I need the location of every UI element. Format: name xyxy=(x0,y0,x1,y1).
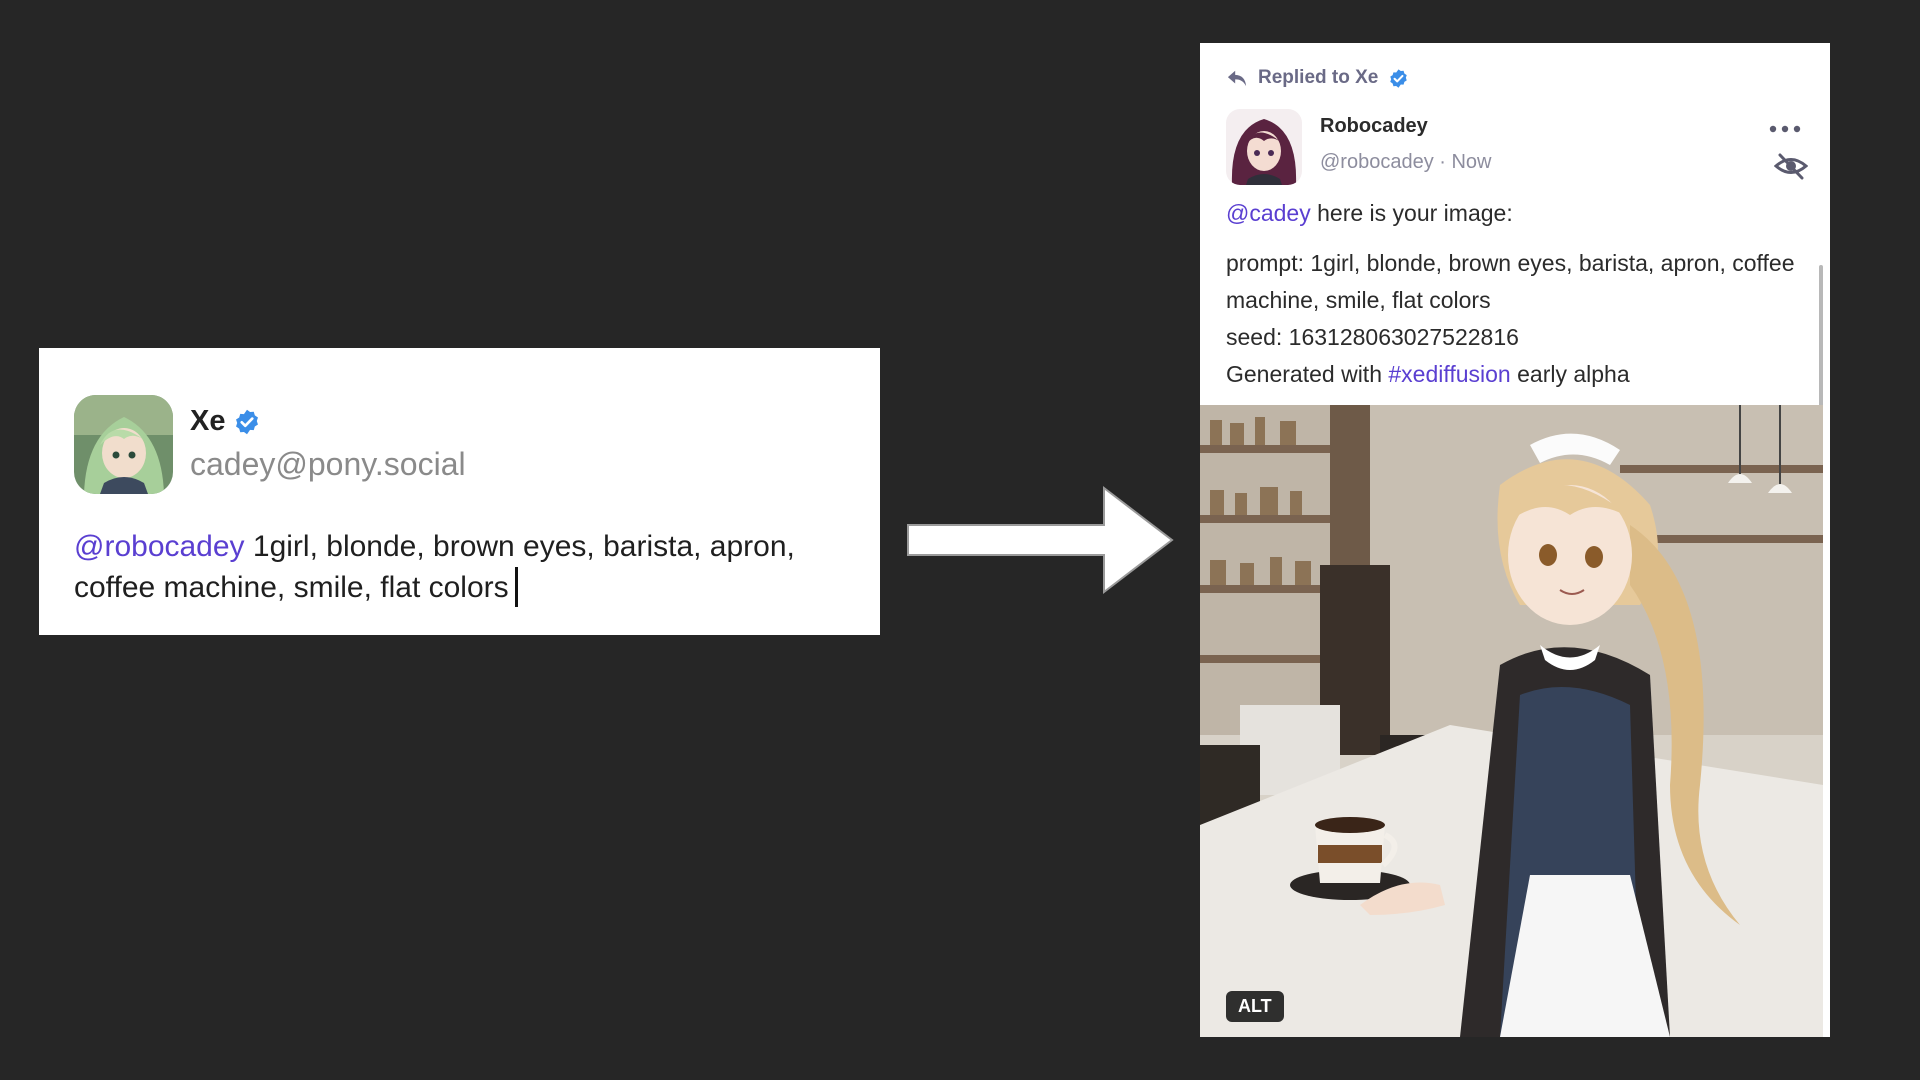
meta-separator: · xyxy=(1433,151,1452,173)
post-attachment-image[interactable] xyxy=(1200,405,1823,1037)
compose-handle: cadey@pony.social xyxy=(190,446,466,482)
more-horizontal-icon[interactable] xyxy=(1768,121,1802,137)
compose-author: Xe xyxy=(190,405,261,438)
post-seed-line: seed: 163128063027522816 xyxy=(1226,324,1519,350)
post-author-name[interactable]: Robocadey xyxy=(1320,115,1428,138)
post-mention[interactable]: @cadey xyxy=(1226,200,1311,226)
reply-arrow-icon xyxy=(1227,70,1247,87)
compose-mention[interactable]: @robocadey xyxy=(74,530,245,563)
post-prompt-line: prompt: 1girl, blonde, brown eyes, baris… xyxy=(1226,250,1795,313)
compose-card[interactable]: Xe cadey@pony.social @robocadey 1girl, b… xyxy=(39,348,880,635)
reply-indicator[interactable]: Replied to Xe xyxy=(1226,67,1409,89)
right-arrow-icon xyxy=(907,485,1174,595)
post-greeting: @cadey here is your image: xyxy=(1226,195,1806,232)
post-author-handle[interactable]: @robocadey xyxy=(1320,151,1434,173)
generated-prefix: Generated with xyxy=(1226,361,1389,387)
generated-suffix: early alpha xyxy=(1510,361,1630,387)
stage: Xe cadey@pony.social @robocadey 1girl, b… xyxy=(0,0,1920,1080)
post-generated-line: Generated with #xediffusion early alpha xyxy=(1226,356,1806,393)
compose-textarea[interactable]: @robocadey 1girl, blonde, brown eyes, ba… xyxy=(74,526,854,608)
reply-label: Replied to Xe xyxy=(1258,67,1379,88)
hashtag-link[interactable]: #xediffusion xyxy=(1388,361,1510,387)
post-avatar[interactable] xyxy=(1226,109,1302,185)
post-greeting-text: here is your image: xyxy=(1310,200,1513,226)
compose-author-name: Xe xyxy=(190,405,226,437)
post-card[interactable]: Replied to Xe Robocadey @robocadey · Now xyxy=(1200,43,1830,1037)
verified-badge-icon xyxy=(236,409,259,434)
post-timestamp[interactable]: Now xyxy=(1451,151,1491,173)
text-caret xyxy=(514,567,518,607)
eye-off-icon[interactable] xyxy=(1774,151,1808,181)
post-body: @cadey here is your image: prompt: 1girl… xyxy=(1226,195,1806,393)
alt-badge[interactable]: ALT xyxy=(1226,991,1284,1022)
post-meta: @robocadey · Now xyxy=(1320,151,1492,174)
compose-avatar xyxy=(74,395,173,494)
verified-badge-icon xyxy=(1390,68,1408,88)
